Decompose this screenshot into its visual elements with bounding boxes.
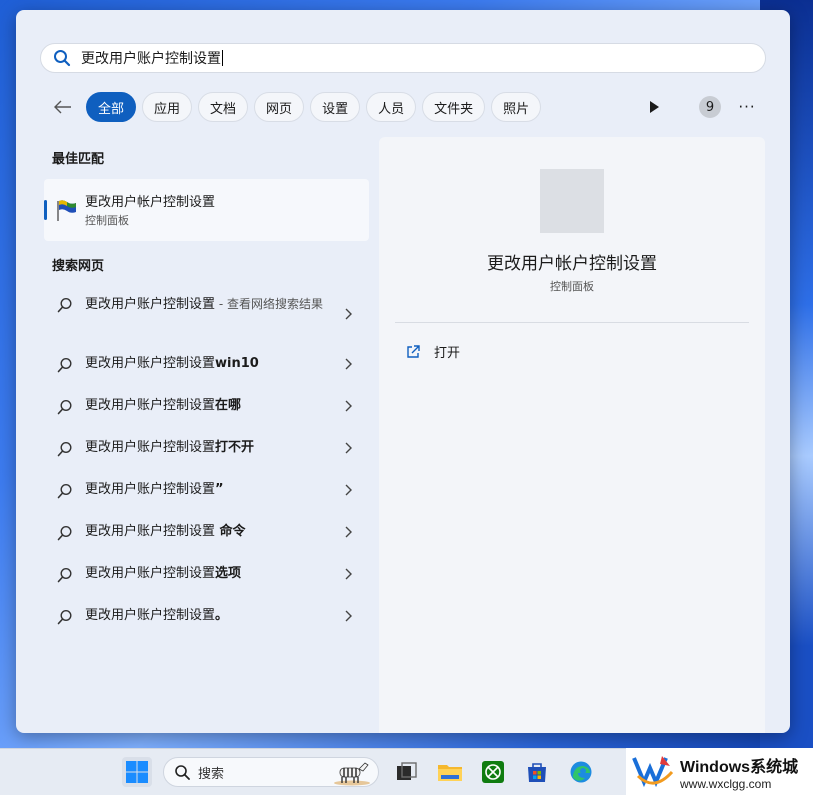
chevron-right-icon xyxy=(343,567,353,581)
filter-chip-apps[interactable]: 应用 xyxy=(142,92,193,122)
site-watermark: Windows系统城 www.wxclgg.com xyxy=(626,748,813,795)
web-result-completion: 打不开 xyxy=(215,440,255,455)
microsoft-store-button[interactable] xyxy=(522,757,552,787)
best-match-heading: 最佳匹配 xyxy=(52,152,105,167)
web-result-item[interactable]: 更改用户账户控制设置在哪 xyxy=(44,396,369,416)
web-result-completion: 。 xyxy=(215,608,229,623)
search-icon xyxy=(175,765,190,780)
filter-chip-settings[interactable]: 设置 xyxy=(310,92,361,122)
taskbar-search-label: 搜索 xyxy=(198,766,225,782)
web-result-text: 更改用户账户控制设置 xyxy=(85,440,216,455)
search-icon xyxy=(53,49,71,67)
filter-chip-people[interactable]: 人员 xyxy=(366,92,417,122)
best-match-result[interactable]: 更改用户帐户控制设置 控制面板 xyxy=(44,179,369,241)
web-result-text: 更改用户账户控制设置 xyxy=(85,608,216,623)
web-result-text: 更改用户账户控制设置 xyxy=(85,297,216,312)
search-icon xyxy=(57,483,73,499)
web-result-hint: - 查看网络搜索结果 xyxy=(215,297,323,311)
web-result-text: 更改用户账户控制设置 xyxy=(85,566,216,581)
open-action[interactable]: 打开 xyxy=(405,342,460,361)
web-result-completion: win10 xyxy=(215,356,259,371)
xbox-button[interactable] xyxy=(478,757,508,787)
open-label: 打开 xyxy=(434,346,461,361)
file-explorer-button[interactable] xyxy=(435,757,465,787)
chevron-right-icon xyxy=(343,483,353,497)
back-arrow-icon[interactable] xyxy=(52,96,74,118)
edge-icon xyxy=(570,761,592,783)
start-search-panel: 更改用户账户控制设置 全部 应用 文档 网页 设置 人员 文件夹 照片 9 ··… xyxy=(16,10,790,733)
web-result-item[interactable]: 更改用户账户控制设置win10 xyxy=(44,354,369,374)
start-button[interactable] xyxy=(122,757,152,787)
open-external-icon xyxy=(405,344,421,360)
task-view-button[interactable] xyxy=(392,757,422,787)
taskbar-search[interactable]: 搜索 xyxy=(163,757,379,787)
search-icon xyxy=(57,609,73,625)
search-web-heading: 搜索网页 xyxy=(52,259,105,274)
search-icon xyxy=(57,297,73,313)
preview-subtitle: 控制面板 xyxy=(550,280,594,293)
windows-logo-icon xyxy=(126,761,148,783)
search-box[interactable]: 更改用户账户控制设置 xyxy=(40,43,766,73)
best-match-title: 更改用户帐户控制设置 xyxy=(85,195,216,210)
web-result-text: 更改用户账户控制设置 xyxy=(85,482,216,497)
web-result-text: 更改用户账户控制设置 xyxy=(85,524,216,539)
divider xyxy=(395,322,749,323)
web-result-item[interactable]: 更改用户账户控制设置打不开 xyxy=(44,438,369,458)
chevron-right-icon xyxy=(343,609,353,623)
search-icon xyxy=(57,357,73,373)
xbox-icon xyxy=(482,761,504,783)
web-result-item[interactable]: 更改用户账户控制设置 命令 xyxy=(44,522,369,542)
web-result-text: 更改用户账户控制设置 xyxy=(85,356,216,371)
search-input[interactable]: 更改用户账户控制设置 xyxy=(81,48,221,68)
folder-icon xyxy=(438,765,462,781)
preview-pane: 更改用户帐户控制设置 控制面板 打开 xyxy=(379,137,765,733)
chevron-right-icon xyxy=(343,399,353,413)
web-result-completion: 选项 xyxy=(215,566,242,581)
web-result-completion: 在哪 xyxy=(215,398,242,413)
chevron-right-icon xyxy=(343,357,353,371)
web-result-text: 更改用户账户控制设置 xyxy=(85,398,216,413)
preview-title: 更改用户帐户控制设置 xyxy=(487,254,657,274)
app-placeholder-icon xyxy=(540,169,604,233)
store-icon xyxy=(528,763,546,782)
search-icon xyxy=(57,525,73,541)
web-result-item[interactable]: 更改用户账户控制设置 - 查看网络搜索结果 xyxy=(44,294,369,320)
web-result-item[interactable]: 更改用户账户控制设置” xyxy=(44,480,369,500)
web-result-item[interactable]: 更改用户账户控制设置选项 xyxy=(44,564,369,584)
watermark-logo xyxy=(632,755,674,787)
selection-indicator xyxy=(44,200,47,220)
watermark-title: Windows系统城 xyxy=(680,758,799,776)
search-icon xyxy=(57,567,73,583)
web-result-completion: ” xyxy=(215,482,224,497)
search-icon xyxy=(57,441,73,457)
text-caret xyxy=(222,50,223,66)
watermark-url: www.wxclgg.com xyxy=(680,776,772,791)
filter-chip-folders[interactable]: 文件夹 xyxy=(422,92,486,122)
chevron-right-icon xyxy=(343,307,353,321)
zebra-highlight-icon xyxy=(334,762,370,786)
task-view-icon xyxy=(397,762,417,780)
uac-flag-icon xyxy=(54,197,80,223)
filter-bar: 全部 应用 文档 网页 设置 人员 文件夹 照片 xyxy=(52,91,547,123)
play-icon[interactable] xyxy=(644,98,664,116)
search-icon xyxy=(57,399,73,415)
filter-chip-photos[interactable]: 照片 xyxy=(491,92,542,122)
edge-browser-button[interactable] xyxy=(566,757,596,787)
best-match-subtitle: 控制面板 xyxy=(85,214,129,227)
chevron-right-icon xyxy=(343,441,353,455)
more-options-button[interactable]: ··· xyxy=(736,96,758,118)
filter-chip-all[interactable]: 全部 xyxy=(86,92,137,122)
web-result-item[interactable]: 更改用户账户控制设置。 xyxy=(44,606,369,626)
web-result-completion: 命令 xyxy=(215,524,246,539)
filter-chip-documents[interactable]: 文档 xyxy=(198,92,249,122)
rewards-badge[interactable]: 9 xyxy=(699,96,721,118)
chevron-right-icon xyxy=(343,525,353,539)
filter-chip-web[interactable]: 网页 xyxy=(254,92,305,122)
